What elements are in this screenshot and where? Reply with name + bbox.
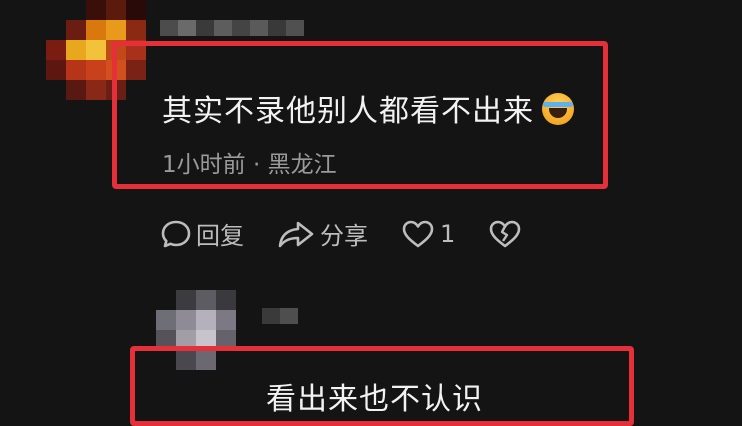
- comment-meta: 1小时前 · 黑龙江: [162, 145, 337, 179]
- comment-text: 看出来也不认识: [266, 382, 483, 417]
- username-pixelated[interactable]: [262, 304, 308, 328]
- meta-separator: ·: [245, 152, 268, 178]
- username-pixelated[interactable]: [160, 18, 310, 38]
- broken-heart-icon: [489, 220, 521, 247]
- comment-location: 黑龙江: [267, 152, 337, 178]
- heart-icon: [402, 220, 434, 247]
- like-button[interactable]: 1: [400, 218, 455, 250]
- reply-button[interactable]: 回复: [160, 216, 244, 251]
- share-label: 分享: [320, 222, 368, 250]
- comment-text: 其实不录他别人都看不出来: [162, 86, 574, 130]
- reply-label: 回复: [196, 222, 244, 250]
- share-button[interactable]: 分享: [276, 216, 368, 251]
- comment-text-content: 其实不录他别人都看不出来: [162, 94, 534, 129]
- laughing-crying-emoji-icon: [542, 93, 574, 125]
- comment-time: 1小时前: [162, 152, 246, 178]
- comment-actions: 回复 分享 1: [160, 216, 559, 251]
- like-count: 1: [440, 219, 456, 248]
- dislike-button[interactable]: [487, 218, 527, 250]
- share-arrow-icon: [278, 221, 314, 247]
- reply-bubble-icon: [161, 220, 191, 247]
